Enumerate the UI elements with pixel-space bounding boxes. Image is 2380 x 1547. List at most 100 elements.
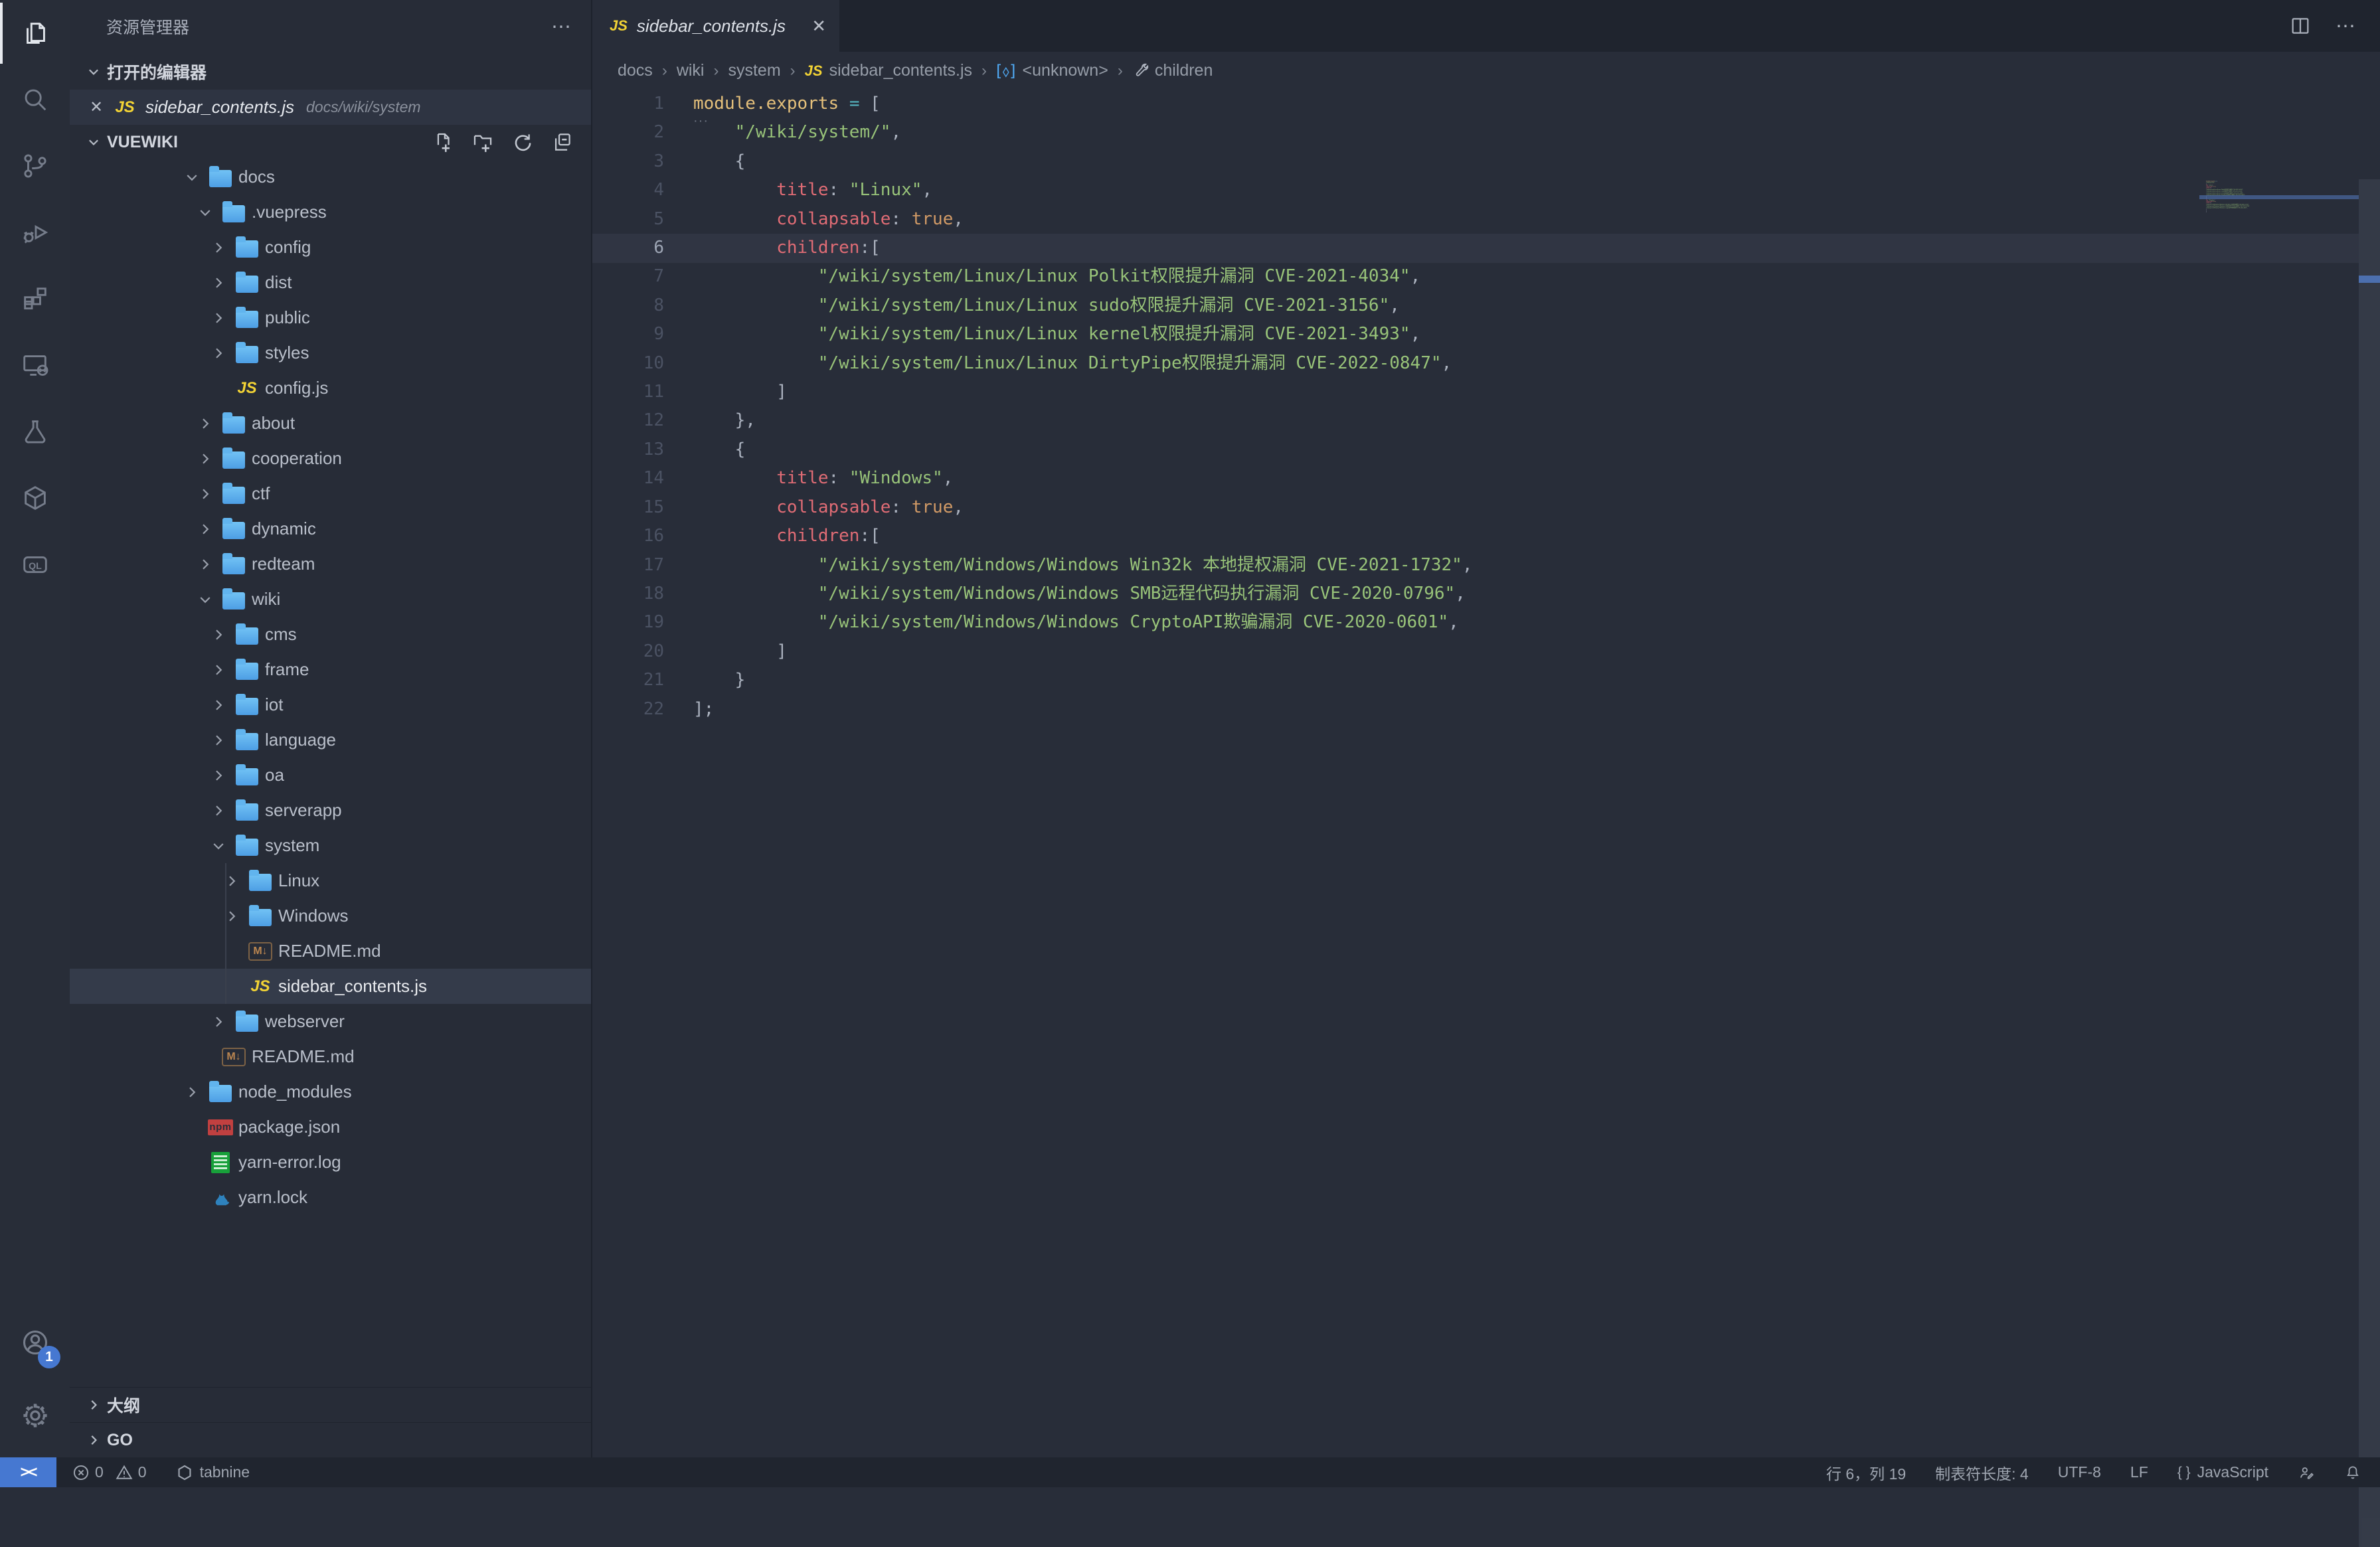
chevron-right-icon[interactable]	[205, 275, 232, 291]
minimap[interactable]: module.exports = [ "/wiki/system/", { ti…	[2199, 179, 2359, 1547]
eol-setting[interactable]: LF	[2130, 1463, 2148, 1481]
code-line-16[interactable]: children:[	[693, 522, 1472, 550]
language-mode[interactable]: { } JavaScript	[2177, 1463, 2268, 1481]
outline-section-header[interactable]: 大纲	[70, 1387, 591, 1422]
collapse-all-icon[interactable]	[551, 131, 574, 153]
chevron-right-icon[interactable]	[192, 521, 218, 537]
tree-item-docs[interactable]: docs	[70, 159, 591, 195]
code-line-19[interactable]: "/wiki/system/Windows/Windows CryptoAPI欺…	[693, 608, 1472, 637]
tree-item-language[interactable]: language	[70, 722, 591, 758]
chevron-right-icon[interactable]	[192, 451, 218, 467]
breadcrumb-item-sidebar-contents-js[interactable]: JSsidebar_contents.js	[805, 61, 972, 80]
project-section-header[interactable]: VUEWIKI	[70, 125, 591, 159]
chevron-down-icon[interactable]	[179, 169, 205, 185]
source-control-icon[interactable]	[0, 133, 70, 199]
chevron-right-icon[interactable]	[205, 345, 232, 361]
code-line-5[interactable]: collapsable: true,	[693, 205, 1472, 234]
chevron-right-icon[interactable]	[205, 310, 232, 326]
tree-item-config-js[interactable]: JSconfig.js	[70, 370, 591, 406]
code-line-22[interactable]: ];	[693, 695, 1472, 724]
tree-item-iot[interactable]: iot	[70, 687, 591, 722]
remote-explorer-icon[interactable]	[0, 332, 70, 398]
chevron-right-icon[interactable]	[218, 873, 245, 889]
code-line-1[interactable]: module.exports = [	[693, 90, 1472, 118]
settings-gear-icon[interactable]	[0, 1379, 70, 1452]
chevron-right-icon[interactable]	[205, 732, 232, 748]
code-line-4[interactable]: title: "Linux",	[693, 176, 1472, 204]
tree-item-dist[interactable]: dist	[70, 265, 591, 300]
code-line-20[interactable]: ]	[693, 637, 1472, 666]
tree-item-sidebar-contents-js[interactable]: JSsidebar_contents.js	[70, 969, 591, 1004]
tree-item-cms[interactable]: cms	[70, 617, 591, 652]
code-content[interactable]: module.exports = [ "/wiki/system/", { ti…	[693, 90, 1472, 724]
more-actions-icon[interactable]: ⋯	[2336, 15, 2357, 38]
vertical-scrollbar[interactable]	[2359, 179, 2380, 1547]
code-editor[interactable]: 12345678910111213141516171819202122 modu…	[592, 90, 2380, 1457]
feedback-icon[interactable]	[2298, 1464, 2315, 1481]
tree-item-package-json[interactable]: npmpackage.json	[70, 1109, 591, 1145]
tree-item-cooperation[interactable]: cooperation	[70, 441, 591, 476]
tree-item-wiki[interactable]: wiki	[70, 582, 591, 617]
breadcrumb-item-docs[interactable]: docs	[618, 61, 653, 80]
open-editors-header[interactable]: 打开的编辑器	[70, 53, 591, 90]
tree-item-oa[interactable]: oa	[70, 758, 591, 793]
tree-item-styles[interactable]: styles	[70, 335, 591, 370]
code-line-6[interactable]: children:[	[693, 234, 1472, 262]
tree-item-node-modules[interactable]: node_modules	[70, 1074, 591, 1109]
new-folder-icon[interactable]	[471, 131, 494, 153]
code-line-22[interactable]: ];	[2206, 211, 2322, 212]
tree-item-system[interactable]: system	[70, 828, 591, 863]
cursor-position[interactable]: 行 6，列 19	[1826, 1461, 1906, 1484]
tree-item-readme-md[interactable]: M↓README.md	[70, 934, 591, 969]
tree-item-linux[interactable]: Linux	[70, 863, 591, 898]
new-file-icon[interactable]	[432, 131, 454, 153]
testing-icon[interactable]	[0, 398, 70, 465]
sidebar-more-icon[interactable]: ⋯	[551, 15, 572, 39]
code-line-3[interactable]: {	[693, 147, 1472, 176]
chevron-right-icon[interactable]	[179, 1084, 205, 1100]
tree-item-windows[interactable]: Windows	[70, 898, 591, 934]
line-number-gutter[interactable]: 12345678910111213141516171819202122	[592, 90, 693, 724]
code-line-10[interactable]: "/wiki/system/Linux/Linux DirtyPipe权限提升漏…	[693, 349, 1472, 378]
breadcrumb-item-children[interactable]: children	[1132, 61, 1213, 80]
chevron-right-icon[interactable]	[205, 627, 232, 643]
notifications-bell-icon[interactable]	[2344, 1464, 2361, 1481]
close-icon[interactable]: ✕	[83, 98, 110, 117]
chevron-right-icon[interactable]	[205, 1014, 232, 1030]
code-line-7[interactable]: "/wiki/system/Linux/Linux Polkit权限提升漏洞 C…	[693, 262, 1472, 291]
chevron-right-icon[interactable]	[192, 486, 218, 502]
breadcrumb-item-system[interactable]: system	[728, 61, 780, 80]
chevron-right-icon[interactable]	[205, 662, 232, 678]
tab-close-icon[interactable]: ✕	[811, 16, 826, 37]
indent-setting[interactable]: 制表符长度: 4	[1935, 1461, 2029, 1484]
chevron-right-icon[interactable]	[205, 803, 232, 819]
tree-item-webserver[interactable]: webserver	[70, 1004, 591, 1039]
chevron-right-icon[interactable]	[218, 908, 245, 924]
code-line-18[interactable]: "/wiki/system/Windows/Windows SMB远程代码执行漏…	[693, 580, 1472, 608]
account-icon[interactable]: 1	[0, 1306, 70, 1379]
go-section-header[interactable]: GO	[70, 1422, 591, 1457]
code-line-12[interactable]: },	[693, 406, 1472, 435]
extensions-icon[interactable]	[0, 266, 70, 332]
package-icon[interactable]	[0, 465, 70, 531]
code-line-15[interactable]: collapsable: true,	[693, 493, 1472, 522]
run-debug-icon[interactable]	[0, 199, 70, 266]
tree-item-serverapp[interactable]: serverapp	[70, 793, 591, 828]
codeql-icon[interactable]: QL	[0, 531, 70, 598]
remote-indicator[interactable]: ><	[0, 1457, 56, 1487]
breadcrumb-item--unknown-[interactable]: [⬨]<unknown>	[996, 61, 1108, 80]
chevron-right-icon[interactable]	[205, 697, 232, 713]
chevron-down-icon[interactable]	[192, 204, 218, 220]
tree-item-redteam[interactable]: redteam	[70, 546, 591, 582]
tree-item-about[interactable]: about	[70, 406, 591, 441]
tree-item-yarn-error-log[interactable]: yarn-error.log	[70, 1145, 591, 1180]
tree-item-ctf[interactable]: ctf	[70, 476, 591, 511]
tree-item-readme-md[interactable]: M↓README.md	[70, 1039, 591, 1074]
tree-item-config[interactable]: config	[70, 230, 591, 265]
code-line-11[interactable]: ]	[693, 378, 1472, 406]
chevron-down-icon[interactable]	[192, 592, 218, 608]
code-line-17[interactable]: "/wiki/system/Windows/Windows Win32k 本地提…	[693, 551, 1472, 580]
chevron-right-icon[interactable]	[205, 240, 232, 256]
tree-item-frame[interactable]: frame	[70, 652, 591, 687]
code-line-13[interactable]: {	[693, 436, 1472, 464]
